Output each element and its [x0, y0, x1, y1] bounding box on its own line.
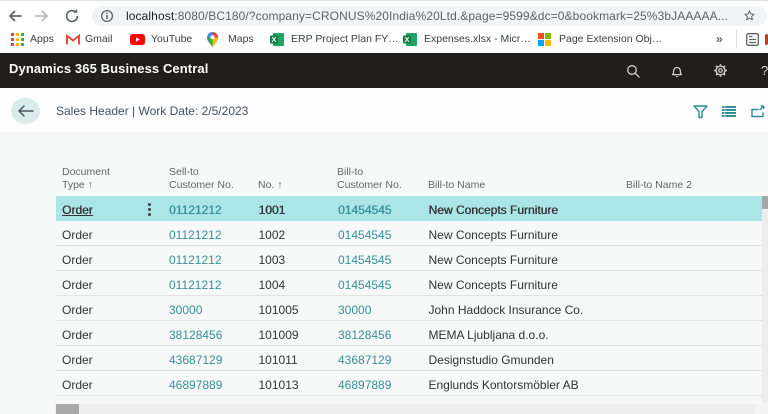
svg-text:X: X: [404, 35, 409, 44]
svg-text:?: ?: [761, 63, 768, 78]
svg-text:X: X: [271, 35, 276, 44]
